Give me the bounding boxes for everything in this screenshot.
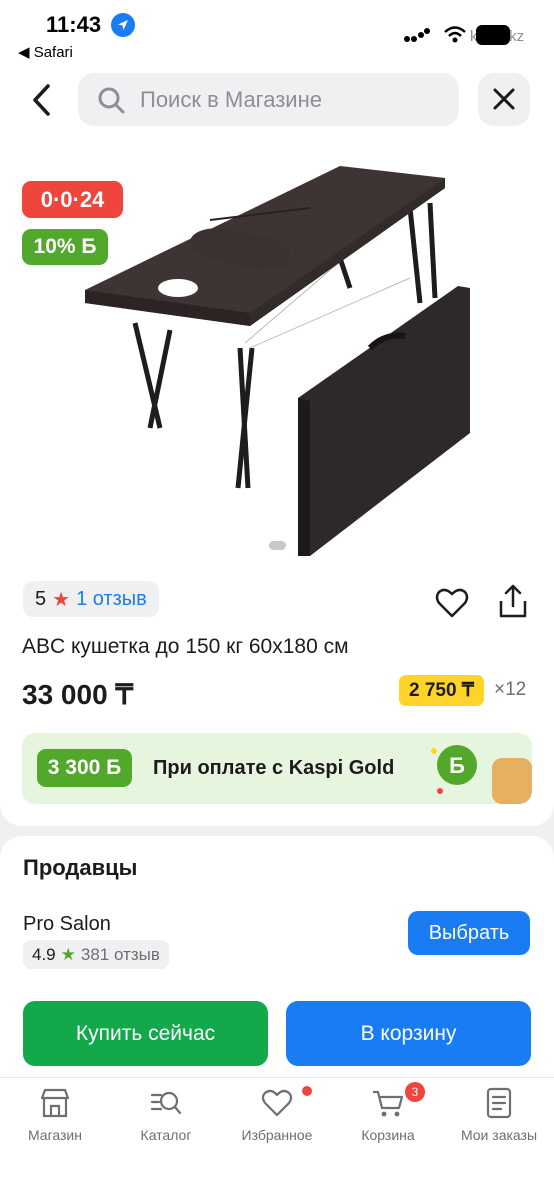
seller-rating-value: 4.9 — [32, 944, 56, 964]
search-input[interactable] — [140, 83, 440, 117]
tab-catalog[interactable]: Каталог — [111, 1086, 221, 1156]
sellers-title: Продавцы — [23, 855, 138, 880]
bonus-coin-icon: Б — [431, 745, 532, 804]
status-time: 11:43 — [46, 12, 102, 37]
kaspi-gold-banner[interactable]: 3 300 Б При оплате с Kaspi Gold Б — [22, 733, 532, 804]
favorites-dot-badge — [302, 1086, 312, 1096]
back-button[interactable] — [26, 80, 62, 120]
battery-icon — [476, 25, 510, 45]
star-icon: ★ — [52, 588, 71, 611]
add-to-cart-button[interactable]: В корзину — [286, 1001, 531, 1066]
rating-pill[interactable]: 5 ★ 1 отзыв — [23, 581, 159, 617]
orders-icon — [486, 1087, 512, 1119]
seller-reviews: 381 отзыв — [80, 944, 160, 964]
favorite-heart-icon[interactable] — [434, 585, 470, 621]
close-button[interactable] — [478, 73, 530, 126]
store-icon — [40, 1088, 70, 1118]
choose-seller-button[interactable]: Выбрать — [408, 911, 530, 955]
share-icon[interactable] — [494, 583, 532, 621]
search-icon — [98, 87, 125, 114]
tab-cart[interactable]: Корзина 3 — [333, 1082, 443, 1156]
catalog-search-icon — [150, 1091, 182, 1115]
bonus-percent-badge: 10% Б — [22, 229, 108, 265]
wifi-icon — [444, 26, 466, 44]
seller-name[interactable]: Pro Salon — [23, 913, 111, 936]
star-icon: ★ — [60, 944, 76, 964]
buy-now-button[interactable]: Купить сейчас — [23, 1001, 268, 1066]
tab-store[interactable]: Магазин — [0, 1086, 110, 1156]
cart-count-badge: 3 — [405, 1082, 425, 1102]
timer-badge: 0·0·24 — [22, 181, 123, 218]
tab-label: Корзина — [361, 1127, 415, 1143]
reviews-link[interactable]: 1 отзыв — [76, 588, 147, 611]
location-arrow-icon — [111, 13, 135, 37]
search-bar[interactable] — [78, 73, 459, 126]
gold-bonus-badge: 3 300 Б — [37, 749, 132, 787]
close-icon — [493, 88, 515, 110]
image-pagination-dot[interactable] — [269, 541, 286, 550]
back-to-safari-link[interactable]: ◀ Safari — [18, 43, 73, 61]
product-image[interactable] — [80, 158, 480, 568]
bottom-tab-bar: Магазин Каталог Избранное Корзина 3 Мои … — [0, 1077, 554, 1200]
heart-icon — [261, 1089, 293, 1117]
svg-text:Б: Б — [449, 753, 465, 778]
installment-months: ×12 — [494, 679, 527, 700]
installment-price[interactable]: 2 750 ₸ — [399, 675, 484, 706]
rating-value: 5 — [35, 587, 47, 610]
gold-banner-text: При оплате с Kaspi Gold — [153, 757, 395, 779]
product-price: 33 000 ₸ — [22, 679, 134, 710]
product-card: 11:43 ◀ Safari kaspi.kz — [0, 0, 554, 826]
tab-favorites[interactable]: Избранное — [222, 1086, 332, 1156]
tab-orders[interactable]: Мои заказы — [444, 1086, 554, 1156]
product-title: ABC кушетка до 150 кг 60x180 см — [22, 635, 349, 658]
tab-label: Магазин — [27, 1127, 82, 1143]
chevron-left-icon — [33, 84, 50, 116]
cellular-signal-icon — [404, 26, 430, 46]
tab-label: Мои заказы — [460, 1127, 538, 1143]
tab-label: Избранное — [241, 1127, 313, 1143]
tab-label: Каталог — [140, 1127, 192, 1143]
cart-icon — [373, 1090, 404, 1117]
seller-rating-pill[interactable]: 4.9 ★ 381 отзыв — [23, 940, 169, 969]
